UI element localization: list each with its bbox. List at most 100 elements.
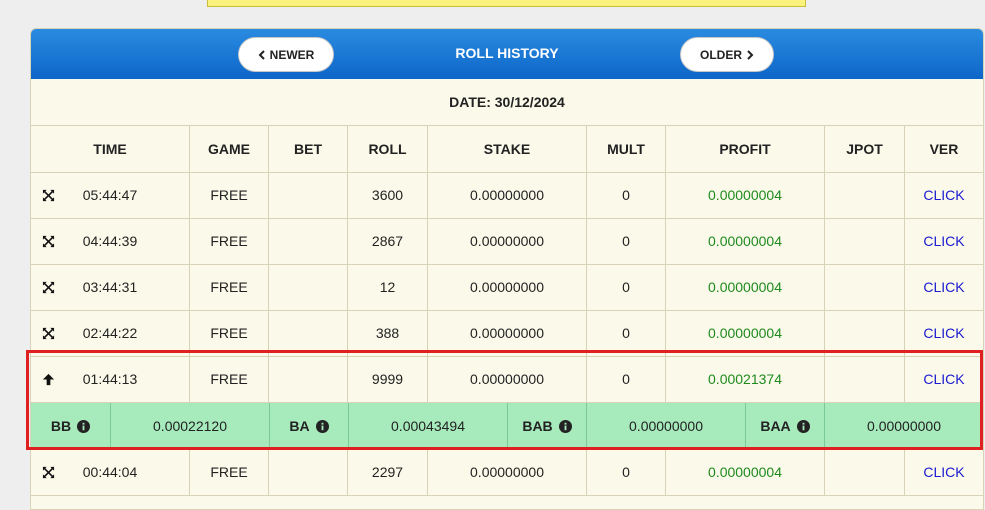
bab-label: BAB (522, 418, 553, 434)
roll-cell: 12 (347, 264, 427, 310)
roll-value: 9999 (371, 371, 404, 387)
verify-link[interactable]: CLICK (904, 356, 983, 402)
mult-value: 0 (622, 325, 630, 341)
top-banner (207, 0, 806, 7)
expand-arrows-icon[interactable] (40, 464, 56, 480)
older-button[interactable]: OLDER (680, 37, 774, 72)
expand-arrows-icon[interactable] (40, 279, 56, 295)
time-value: 00:44:04 (82, 464, 138, 480)
profit-value: 0.00000004 (708, 279, 782, 295)
game-value: FREE (210, 371, 248, 387)
stake-cell: 0.00000000 (427, 310, 586, 356)
verify-link[interactable]: CLICK (904, 172, 983, 218)
table-header: TIME GAME BET ROLL STAKE MULT PROFIT JPO… (31, 126, 983, 173)
ver-value[interactable]: CLICK (923, 371, 964, 387)
game-cell: FREE (189, 172, 268, 218)
mult-cell: 0 (586, 172, 665, 218)
baa-label-cell: BAA (745, 403, 824, 449)
table-row: 03:44:31 FREE 12 0.00000000 0 0.00000004 CLICK (31, 264, 983, 311)
expand-arrows-icon[interactable] (40, 325, 56, 341)
verify-link[interactable]: CLICK (904, 218, 983, 264)
stake-cell: 0.00000000 (427, 172, 586, 218)
info-icon[interactable] (796, 419, 810, 433)
jpot-cell (824, 356, 904, 402)
roll-cell: 388 (347, 310, 427, 356)
bab-value: 0.00000000 (586, 403, 745, 449)
roll-value: 2867 (371, 233, 404, 249)
profit-cell: 0.00000004 (665, 310, 824, 356)
time-value: 05:44:47 (82, 187, 138, 203)
table-row: 01:44:13 FREE 9999 0.00000000 0 0.00021374 CLI… (31, 356, 983, 403)
column-header: ROLL (347, 126, 427, 172)
table-row: 00:44:04 FREE 2297 0.00000000 0 0.00000004 CLI… (31, 449, 983, 496)
date-label: DATE: 30/12/2024 (31, 79, 983, 126)
table-row: 04:44:39 FREE 2867 0.00000000 0 0.00000004 CLI… (31, 218, 983, 265)
time-cell: 00:44:04 (31, 449, 189, 495)
column-header: STAKE (427, 126, 586, 172)
baa-value: 0.00000000 (824, 403, 983, 449)
info-icon[interactable] (315, 419, 329, 433)
verify-link[interactable]: CLICK (904, 264, 983, 310)
stake-value: 0.00000000 (470, 279, 544, 295)
profit-cell: 0.00000004 (665, 218, 824, 264)
profit-cell: 0.00000004 (665, 264, 824, 310)
roll-history-panel: NEWER ROLL HISTORY OLDER DATE: 30/12/202… (30, 28, 984, 510)
mult-value: 0 (622, 464, 630, 480)
jpot-cell (824, 264, 904, 310)
roll-value: 12 (379, 279, 396, 295)
ver-value[interactable]: CLICK (923, 464, 964, 480)
time-cell: 01:44:13 (31, 356, 189, 402)
column-header: JPOT (824, 126, 904, 172)
info-icon[interactable] (558, 419, 572, 433)
profit-cell: 0.00021374 (665, 356, 824, 402)
stake-value: 0.00000000 (470, 464, 544, 480)
verify-link[interactable]: CLICK (904, 310, 983, 356)
mult-cell: 0 (586, 218, 665, 264)
profit-value: 0.00000004 (708, 464, 782, 480)
ver-value[interactable]: CLICK (923, 279, 964, 295)
verify-link[interactable]: CLICK (904, 449, 983, 495)
ba-label: BA (289, 418, 310, 434)
stake-value: 0.00000000 (470, 187, 544, 203)
mult-cell: 0 (586, 264, 665, 310)
baa-label: BAA (760, 418, 791, 434)
game-value: FREE (210, 279, 248, 295)
older-label: OLDER (700, 47, 742, 62)
game-cell: FREE (189, 218, 268, 264)
jpot-cell (824, 172, 904, 218)
column-header: TIME (93, 141, 127, 157)
game-value: FREE (210, 187, 248, 203)
bb-value: 0.00022120 (110, 403, 269, 449)
game-cell: FREE (189, 310, 268, 356)
time-value: 01:44:13 (82, 371, 138, 387)
expand-arrows-icon[interactable] (40, 233, 56, 249)
stake-value: 0.00000000 (470, 233, 544, 249)
bb-label: BB (50, 418, 72, 434)
time-value: 04:44:39 (82, 233, 138, 249)
roll-cell: 2867 (347, 218, 427, 264)
profit-cell: 0.00000004 (665, 172, 824, 218)
info-icon[interactable] (77, 419, 91, 433)
mult-value: 0 (622, 371, 630, 387)
stake-cell: 0.00000000 (427, 356, 586, 402)
jpot-cell (824, 218, 904, 264)
ver-value[interactable]: CLICK (923, 187, 964, 203)
bet-cell (268, 356, 347, 402)
time-value: 03:44:31 (82, 279, 138, 295)
bet-cell (268, 449, 347, 495)
arrow-up-icon[interactable] (40, 371, 56, 387)
game-value: FREE (210, 233, 248, 249)
mult-cell: 0 (586, 310, 665, 356)
table-row: 05:44:47 FREE 3600 0.00000000 0 0.00000004 CLI… (31, 172, 983, 219)
page-title: ROLL HISTORY (455, 45, 559, 61)
profit-value: 0.00000004 (708, 187, 782, 203)
stake-cell: 0.00000000 (427, 218, 586, 264)
ver-value[interactable]: CLICK (923, 233, 964, 249)
ver-value[interactable]: CLICK (923, 325, 964, 341)
expand-arrows-icon[interactable] (40, 187, 56, 203)
roll-cell: 2297 (347, 449, 427, 495)
time-value: 02:44:22 (82, 325, 138, 341)
jpot-cell (824, 310, 904, 356)
mult-value: 0 (622, 279, 630, 295)
game-value: FREE (210, 325, 248, 341)
